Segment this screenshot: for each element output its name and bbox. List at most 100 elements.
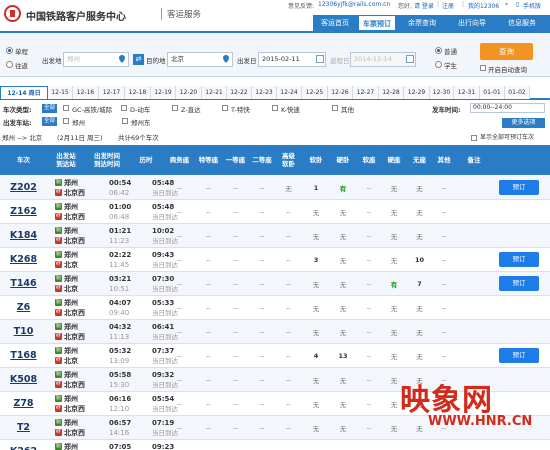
to-station: 北京西: [64, 309, 85, 317]
date-tab[interactable]: 01-02: [505, 86, 530, 99]
date-tab[interactable]: 12-16: [73, 86, 99, 99]
date-tab[interactable]: 12-14 周日: [0, 86, 48, 99]
date-tab[interactable]: 12-29: [404, 86, 430, 99]
date-tab[interactable]: 12-31: [454, 86, 480, 99]
student-ticket-radio[interactable]: [435, 61, 442, 68]
date-tab[interactable]: 12-19: [151, 86, 176, 99]
date-tab[interactable]: 12-22: [227, 86, 252, 99]
column-header-business-seat: 商务座: [169, 156, 190, 164]
date-tab[interactable]: 12-17: [99, 86, 125, 99]
depart-time-select[interactable]: 00:00--24:00: [470, 103, 545, 113]
site-subtitle: 客运服务: [167, 10, 202, 20]
train-number-link[interactable]: Z6: [0, 296, 47, 320]
train-type-checkbox[interactable]: [172, 105, 178, 111]
seat-availability-soft-sleeper: 4: [313, 352, 319, 360]
nav-info-service[interactable]: 信息服务: [497, 15, 547, 31]
site-title: 中国铁路客户服务中心: [26, 12, 126, 23]
train-number-link[interactable]: Z202: [0, 176, 47, 200]
train-number-link[interactable]: T146: [0, 272, 47, 296]
train-number-link[interactable]: K262: [0, 440, 47, 450]
train-type-all-button[interactable]: 全部: [42, 104, 58, 113]
depart-time: 04:07: [109, 299, 132, 307]
column-header-no-seat: 无座: [413, 156, 426, 164]
date-label: 出发日: [237, 57, 257, 65]
calendar-icon[interactable]: [406, 55, 414, 63]
seat-availability-deluxe-sleeper: --: [286, 352, 291, 360]
auto-query-label: 开启自动查询: [488, 66, 527, 74]
more-options-button[interactable]: 更多选项: [502, 118, 545, 128]
date-tab[interactable]: 01-01: [480, 86, 505, 99]
seat-availability-other-seat: --: [441, 184, 447, 192]
nav-travel-guide[interactable]: 出行向导: [448, 15, 496, 31]
train-type-checkbox[interactable]: [222, 105, 228, 111]
date-tab[interactable]: 12-30: [430, 86, 454, 99]
seat-availability-hard-seat: 无: [390, 425, 398, 433]
depart-station-label: 出发车站:: [3, 119, 32, 127]
train-number-link[interactable]: K184: [0, 224, 47, 248]
swap-stations-icon[interactable]: ⇄: [133, 54, 144, 65]
train-number-link[interactable]: K268: [0, 248, 47, 272]
normal-ticket-radio[interactable]: [435, 47, 442, 54]
nav-home[interactable]: 客运首页: [313, 15, 357, 31]
column-header-remark: 备注: [467, 156, 481, 164]
login-link[interactable]: 请 登录: [414, 1, 434, 10]
train-number-link[interactable]: K508: [0, 368, 47, 392]
date-tab[interactable]: 12-24: [277, 86, 302, 99]
query-button[interactable]: 查询: [480, 43, 533, 60]
auto-query-checkbox[interactable]: [480, 65, 486, 71]
seat-availability-other-seat: --: [441, 280, 447, 288]
seat-availability-business-seat: --: [177, 352, 182, 360]
date-tab[interactable]: 12-25: [302, 86, 328, 99]
date-tab[interactable]: 12-15: [48, 86, 73, 99]
seat-availability-second-class: --: [250, 440, 274, 450]
arrive-time: 10:51: [109, 285, 130, 293]
date-tab[interactable]: 12-21: [202, 86, 227, 99]
feedback-email-link[interactable]: 12306yjfk@rails.com.cn: [318, 1, 390, 8]
nav-ticket-booking[interactable]: 车票预订: [358, 15, 396, 31]
train-number-link[interactable]: T10: [0, 320, 47, 344]
book-button[interactable]: 预订: [499, 348, 539, 363]
date-tab[interactable]: 12-20: [176, 86, 202, 99]
end-station-badge: 终: [55, 333, 62, 340]
seat-availability-soft-seat: --: [366, 184, 372, 192]
seat-availability-deluxe-sleeper: --: [286, 256, 291, 264]
calendar-icon[interactable]: [316, 55, 324, 63]
train-type-checkbox[interactable]: [63, 105, 69, 111]
train-type-checkbox[interactable]: [332, 105, 338, 111]
mobile-link[interactable]: 手机版: [523, 1, 541, 10]
from-station: 郑州: [64, 395, 78, 403]
book-button[interactable]: 预订: [499, 252, 539, 267]
train-type-checkbox[interactable]: [121, 105, 127, 111]
station-checkbox[interactable]: [63, 118, 69, 124]
train-number-link[interactable]: T2: [0, 416, 47, 440]
start-station-badge: 始: [55, 323, 62, 330]
to-station: 北京西: [64, 429, 85, 437]
register-link[interactable]: 注册: [442, 1, 454, 10]
seat-availability-business-seat: --: [177, 400, 182, 408]
train-type-checkbox[interactable]: [272, 105, 278, 111]
station-all-button[interactable]: 全部: [42, 117, 58, 126]
book-button[interactable]: 预订: [499, 180, 539, 195]
station-checkbox[interactable]: [122, 118, 128, 124]
oneway-radio[interactable]: [6, 47, 13, 54]
train-number-link[interactable]: Z78: [0, 392, 47, 416]
show-all-checkbox[interactable]: [471, 135, 477, 141]
seat-availability-deluxe-sleeper: --: [286, 280, 291, 288]
seat-availability-hard-seat: 无: [390, 305, 398, 313]
date-tab[interactable]: 12-27: [353, 86, 379, 99]
date-tab[interactable]: 12-23: [252, 86, 277, 99]
seat-availability-first-class: --: [233, 304, 238, 312]
date-tab[interactable]: 12-28: [379, 86, 404, 99]
depart-time: 03:21: [109, 275, 132, 283]
book-button[interactable]: 预订: [499, 276, 539, 291]
seat-availability-hard-sleeper: 无: [339, 377, 347, 385]
my12306-link[interactable]: 我的12306: [468, 1, 499, 10]
seat-availability-soft-sleeper: 无: [312, 305, 320, 313]
train-number-link[interactable]: T168: [0, 344, 47, 368]
date-tab[interactable]: 12-18: [125, 86, 151, 99]
roundtrip-radio[interactable]: [6, 61, 13, 68]
nav-ticket-query[interactable]: 余票查询: [398, 15, 446, 31]
date-tab[interactable]: 12-26: [328, 86, 353, 99]
seat-availability-business-seat: --: [177, 208, 182, 216]
train-number-link[interactable]: Z162: [0, 200, 47, 224]
